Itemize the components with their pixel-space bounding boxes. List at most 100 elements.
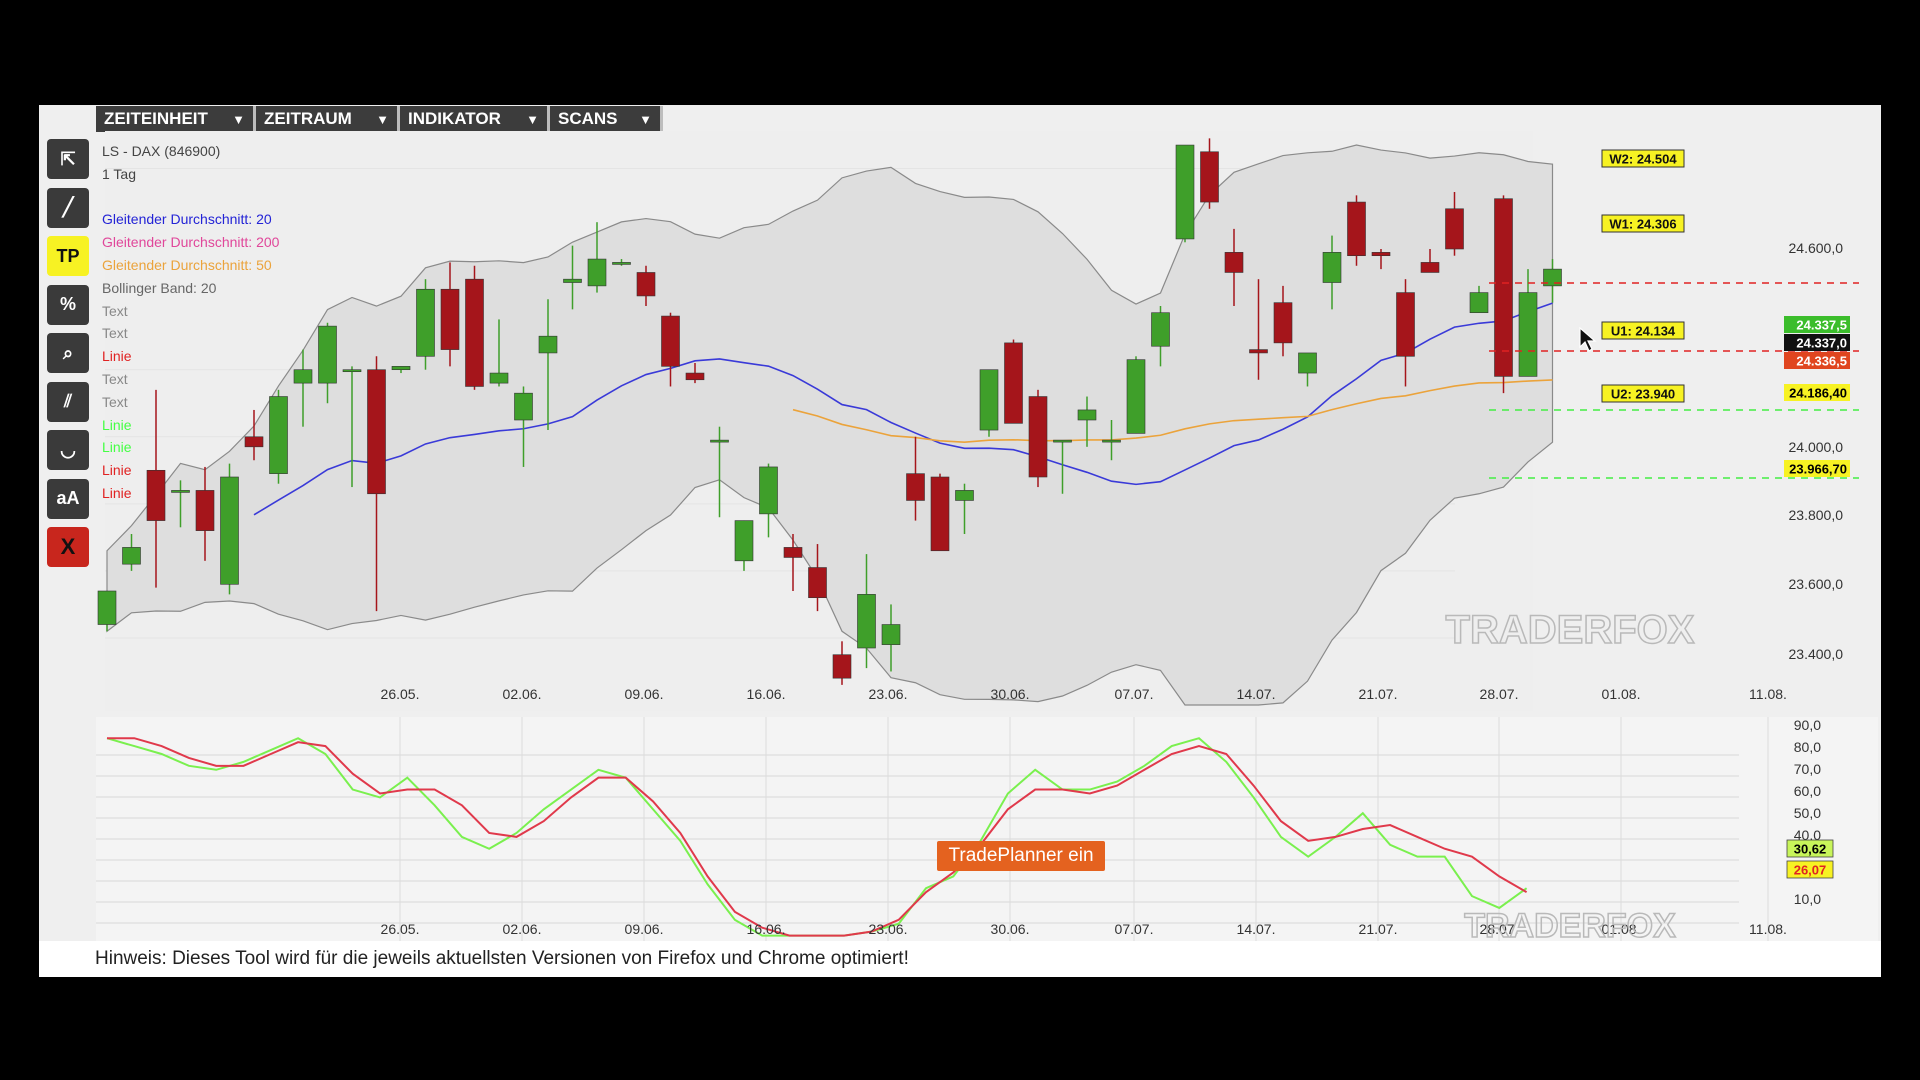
legend-entry[interactable]: Linie [102,414,279,437]
level-label-text: U1: 24.134 [1611,324,1676,339]
legend-entry[interactable]: Linie [102,459,279,482]
chart-canvas[interactable]: W2: 24.504 W1: 24.306 U1: 24.134 U2: 23.940… [39,105,1881,941]
y-tick-label: 23.600,0 [1789,576,1844,592]
candle-body [1420,262,1440,273]
footer-bar: Hinweis: Dieses Tool wird für die jeweil… [39,941,1881,977]
x-tick-label: 30.06. [991,686,1030,702]
level-label-text: U2: 23.940 [1611,387,1675,402]
candle-body [1102,439,1121,443]
indicator-x-tick-label: 23.06. [869,921,908,937]
candle-body [1249,349,1268,354]
legend-entry[interactable]: Text [102,322,279,345]
candle [930,473,950,552]
candle-body [514,392,533,421]
candle-body [979,369,999,431]
x-tick-label: 02.06. [503,686,542,702]
level-label: W1: 24.306 [1601,214,1685,233]
legend-entry[interactable]: Text [102,300,279,323]
candle-body [906,473,925,501]
traderfox-watermark: TRADERFOX [1464,907,1676,941]
candle-body [1028,396,1048,478]
level-label-text: W2: 24.504 [1609,152,1677,167]
candle-body [1126,359,1146,434]
chart-legend: LS - DAX (846900) 1 Tag Gleitender Durch… [102,140,279,505]
x-tick-label: 16.06. [747,686,786,702]
x-tick-label: 26.05. [381,686,420,702]
candle-body [416,288,435,357]
browser-hint: Hinweis: Dieses Tool wird für die jeweil… [95,948,909,969]
level-label: U2: 23.940 [1601,384,1685,403]
candle-body [122,547,141,565]
candle-body [538,335,558,354]
price-label: 24.337,5 [1784,316,1850,333]
candle [979,369,999,437]
x-tick-label: 28.07. [1480,686,1519,702]
x-tick-label: 01.08. [1602,686,1641,702]
legend-entry[interactable]: Linie [102,345,279,368]
candle-body [1371,252,1391,257]
price-label: 24.186,40 [1784,384,1850,401]
legend-entry[interactable]: Bollinger Band: 20 [102,277,279,300]
traderfox-watermark: TRADERFOX [1446,608,1695,652]
x-tick-label: 23.06. [869,686,908,702]
y-tick-label: 23.800,0 [1789,507,1844,523]
x-tick-label: 14.07. [1237,686,1276,702]
indicator-y-tick-label: 70,0 [1794,761,1821,777]
legend-entry[interactable]: Linie [102,482,279,505]
indicator-x-tick-label: 09.06. [625,921,664,937]
legend-entry[interactable]: Gleitender Durchschnitt: 20 [102,208,279,231]
candle-body [1224,252,1244,273]
price-label-text: 23.966,70 [1789,462,1847,477]
indicator-y-tick-label: 80,0 [1794,739,1821,755]
candle [1347,195,1366,266]
candle-body [710,439,729,443]
mouse-cursor-icon [1579,327,1597,352]
candle-body [857,594,876,649]
candle-body [636,272,656,297]
indicator-x-tick-label: 11.08. [1749,921,1787,937]
candle-body [1053,439,1072,443]
candle-body [97,590,117,625]
candle-body [661,315,680,367]
y-tick-label: 24.000,0 [1789,439,1844,455]
indicator-x-tick-label: 21.07. [1359,921,1398,937]
price-label-text: 24.337,0 [1796,336,1847,351]
indicator-value-label: 30,62 [1786,839,1834,858]
legend-entry[interactable]: Text [102,368,279,391]
level-label: W2: 24.504 [1601,149,1685,168]
candle-body [783,547,803,558]
level-label-text: W1: 24.306 [1609,217,1676,232]
candle-body [808,567,827,599]
price-label-text: 24.186,40 [1789,386,1847,401]
candle-body [1347,201,1366,257]
price-label-text: 24.337,5 [1796,318,1847,333]
candle-body [1175,144,1195,240]
indicator-x-tick-label: 26.05. [381,921,420,937]
candle-body [342,369,362,373]
y-tick-label: 24.600,0 [1789,240,1844,256]
indicator-x-tick-label: 02.06. [503,921,542,937]
candle-body [1518,292,1538,377]
legend-entry[interactable]: Gleitender Durchschnitt: 200 [102,231,279,254]
y-tick-label: 23.400,0 [1789,646,1844,662]
legend-entry[interactable]: Linie [102,436,279,459]
legend-entry[interactable]: Text [102,391,279,414]
x-tick-label: 21.07. [1359,686,1398,702]
candle-body [881,624,901,645]
legend-entry[interactable]: Gleitender Durchschnitt: 50 [102,254,279,277]
candle-body [759,466,778,515]
indicator-x-tick-label: 07.07. [1115,921,1154,937]
candle-body [440,288,460,350]
candle [465,265,484,390]
candle-body [587,258,607,287]
candle-body [1273,302,1293,344]
indicator-y-tick-label: 50,0 [1794,805,1821,821]
candle [1004,339,1023,424]
indicator-value-text: 30,62 [1794,842,1827,857]
tradeplanner-button[interactable]: TradePlanner ein [937,841,1105,871]
candle-body [685,372,705,381]
candle-body [832,654,852,679]
candle-body [930,476,950,552]
indicator-value-label: 26,07 [1786,860,1834,879]
candle-body [612,262,631,265]
